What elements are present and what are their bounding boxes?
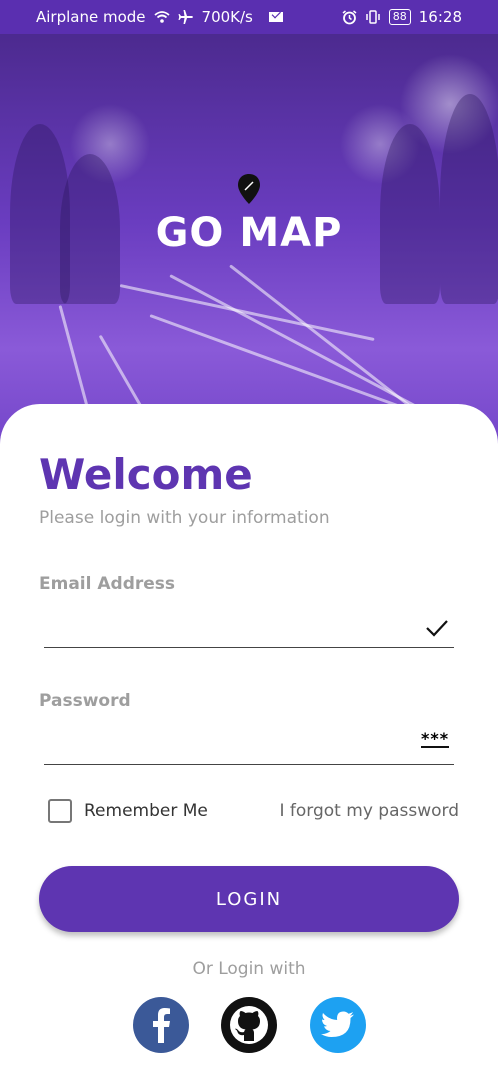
facebook-login-button[interactable] — [133, 997, 189, 1053]
app-title: GO MAP — [155, 210, 343, 256]
remember-me-label: Remember Me — [84, 801, 208, 821]
airplane-mode-label: Airplane mode — [36, 8, 146, 26]
password-label: Password — [39, 691, 131, 711]
alarm-icon — [342, 9, 357, 24]
check-icon — [426, 620, 448, 637]
clock: 16:28 — [418, 8, 462, 26]
status-right: 88 16:28 — [342, 8, 462, 26]
twitter-icon — [321, 1011, 354, 1037]
password-visibility-toggle-icon[interactable]: *** — [421, 731, 450, 748]
status-left: Airplane mode 700K/s — [36, 8, 283, 26]
login-card: Welcome Please login with your informati… — [0, 404, 498, 1080]
login-button[interactable]: LOGIN — [39, 866, 459, 932]
map-pin-icon — [238, 174, 260, 204]
light-streak — [119, 284, 375, 342]
twitter-login-button[interactable] — [310, 997, 366, 1053]
remember-me-checkbox[interactable] — [48, 799, 72, 823]
forgot-password-link[interactable]: I forgot my password — [280, 801, 460, 821]
brand-header: GO MAP — [0, 174, 498, 256]
hero-banner: GO MAP — [0, 34, 498, 454]
vibrate-icon — [366, 10, 380, 24]
network-speed: 700K/s — [201, 8, 253, 26]
welcome-heading: Welcome — [39, 450, 253, 499]
welcome-subtitle: Please login with your information — [39, 508, 330, 528]
github-login-button[interactable] — [221, 997, 277, 1053]
or-login-with-label: Or Login with — [192, 959, 306, 979]
wifi-icon — [153, 11, 170, 23]
airplane-icon — [178, 10, 193, 24]
mail-icon — [268, 12, 283, 22]
status-bar: Airplane mode 700K/s 88 16:28 — [0, 0, 498, 34]
battery-icon: 88 — [388, 9, 411, 25]
facebook-icon — [153, 1008, 170, 1043]
password-field[interactable] — [44, 725, 454, 765]
github-icon — [230, 1006, 268, 1044]
email-field[interactable] — [44, 608, 454, 648]
email-label: Email Address — [39, 574, 176, 594]
remember-me[interactable]: Remember Me — [48, 799, 208, 823]
